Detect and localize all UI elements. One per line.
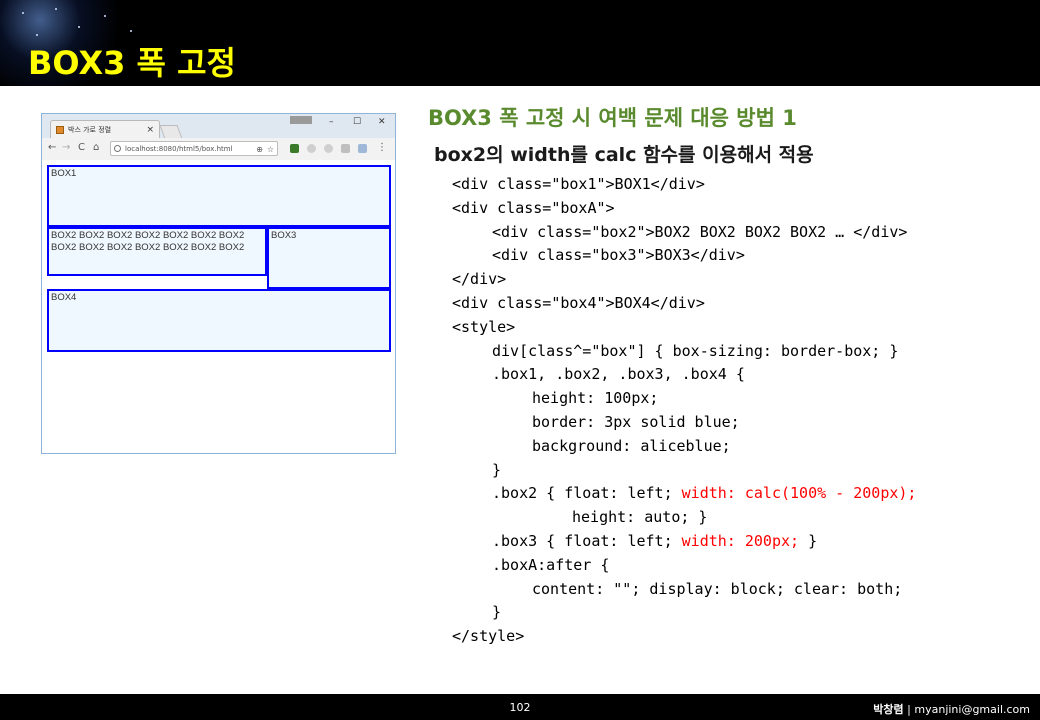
slide-title: BOX3 폭 고정 [28, 44, 236, 82]
code-text: height: auto; } [572, 508, 708, 527]
extension-icon[interactable] [324, 144, 333, 153]
new-tab-button[interactable] [159, 125, 183, 139]
code-line: </style> [452, 625, 916, 649]
code-line: <div class="boxA"> [452, 197, 916, 221]
code-text: .box2 { float: left; [492, 484, 682, 503]
url-text: localhost:8080/html5/box.html [125, 145, 233, 153]
reload-icon[interactable]: C [78, 142, 85, 153]
code-text: } [492, 603, 502, 622]
section-title: BOX3 폭 고정 시 여백 문제 대응 방법 1 [428, 106, 797, 130]
code-block: <div class="box1">BOX1</div> <div class="… [452, 173, 916, 649]
code-highlight: width: calc(100% - 200px); [681, 484, 917, 503]
browser-menu-icon[interactable]: ⋮ [377, 142, 387, 153]
slide-header: BOX3 폭 고정 [0, 0, 1040, 86]
star-dot [104, 15, 106, 17]
extension-icon[interactable] [341, 144, 350, 153]
close-window-icon[interactable]: ✕ [378, 117, 386, 127]
code-line: <div class="box2">BOX2 BOX2 BOX2 BOX2 … … [452, 221, 916, 245]
code-highlight: width: 200px; [681, 531, 800, 550]
code-line: .box1, .box2, .box3, .box4 { [452, 363, 916, 387]
author-credit: 박창렴 | myanjini@gmail.com [873, 701, 1030, 717]
forward-icon[interactable]: → [62, 142, 70, 153]
code-text: <div class="boxA"> [452, 198, 615, 217]
code-text: .boxA:after { [492, 555, 610, 574]
section-heading: box2의 width를 calc 함수를 이용해서 적용 [434, 144, 814, 166]
code-text: height: 100px; [532, 389, 659, 408]
window-badge [290, 116, 312, 124]
code-line: } [452, 601, 916, 625]
code-text: .box1, .box2, .box3, .box4 { [492, 365, 745, 384]
demo-box1: BOX1 [47, 165, 391, 227]
maximize-icon[interactable]: ☐ [353, 117, 361, 127]
browser-window: 박스 가로 정렬 × – ☐ ✕ ← → C ⌂ localhost:8080/… [41, 113, 396, 454]
demo-box4: BOX4 [47, 289, 391, 352]
tab-label: 박스 가로 정렬 [68, 126, 112, 134]
code-line: border: 3px solid blue; [452, 411, 916, 435]
code-text: <div class="box2">BOX2 BOX2 BOX2 BOX2 … … [492, 222, 908, 241]
browser-tab[interactable]: 박스 가로 정렬 × [50, 120, 160, 138]
star-dot [36, 34, 38, 36]
code-line: } [452, 459, 916, 483]
code-line: height: auto; } [452, 506, 916, 530]
extension-icon[interactable] [307, 144, 316, 153]
tab-bar: 박스 가로 정렬 × – ☐ ✕ [42, 114, 395, 139]
star-dot [130, 30, 132, 32]
code-text: .box3 { float: left; [492, 531, 682, 550]
author-email: myanjini@gmail.com [914, 703, 1030, 716]
star-dot [22, 12, 24, 14]
code-line: </div> [452, 268, 916, 292]
code-line: <div class="box4">BOX4</div> [452, 292, 916, 316]
slide-footer: 102 박창렴 | myanjini@gmail.com [0, 694, 1040, 720]
code-line: <div class="box1">BOX1</div> [452, 173, 916, 197]
code-text: <style> [452, 317, 516, 336]
minimize-icon[interactable]: – [329, 117, 334, 127]
code-text: } [492, 460, 502, 479]
back-icon[interactable]: ← [48, 142, 56, 153]
code-text: </div> [452, 270, 507, 289]
code-text: } [799, 531, 818, 550]
extension-icon[interactable] [290, 144, 299, 153]
site-info-icon[interactable] [114, 145, 121, 152]
code-text: <div class="box3">BOX3</div> [492, 246, 745, 265]
author-name: 박창렴 [873, 703, 904, 716]
code-line: <div class="box3">BOX3</div> [452, 244, 916, 268]
star-dot [55, 8, 57, 10]
bookmark-star-icon[interactable]: ☆ [267, 142, 274, 157]
code-line: height: 100px; [452, 387, 916, 411]
author-separator: | [903, 703, 915, 716]
code-line: .box3 { float: left; width: 200px; } [452, 530, 916, 554]
url-input[interactable]: localhost:8080/html5/box.html ⊕ ☆ [110, 141, 278, 156]
code-text: <div class="box1">BOX1</div> [452, 175, 705, 193]
demo-box3: BOX3 [267, 227, 391, 289]
star-dot [78, 26, 80, 28]
extension-icon[interactable] [358, 144, 367, 153]
code-text: div[class^="box"] { box-sizing: border-b… [492, 341, 899, 360]
tab-close-icon[interactable]: × [146, 121, 154, 139]
code-line: .boxA:after { [452, 554, 916, 578]
code-line: div[class^="box"] { box-sizing: border-b… [452, 340, 916, 364]
page-favicon-icon [56, 126, 64, 134]
code-text: </style> [452, 627, 525, 646]
code-line: content: ""; display: block; clear: both… [452, 578, 916, 602]
demo-box2: BOX2 BOX2 BOX2 BOX2 BOX2 BOX2 BOX2 BOX2 … [47, 227, 267, 276]
page-viewport: BOX1 BOX2 BOX2 BOX2 BOX2 BOX2 BOX2 BOX2 … [42, 160, 395, 453]
code-text: border: 3px solid blue; [532, 412, 740, 431]
code-text: <div class="box4">BOX4</div> [452, 293, 705, 312]
code-line: .box2 { float: left; width: calc(100% - … [452, 482, 916, 506]
zoom-icon[interactable]: ⊕ [256, 142, 263, 157]
home-icon[interactable]: ⌂ [93, 142, 99, 153]
code-text: content: ""; display: block; clear: both… [532, 579, 903, 598]
code-line: background: aliceblue; [452, 435, 916, 459]
code-line: <style> [452, 316, 916, 340]
address-toolbar: ← → C ⌂ localhost:8080/html5/box.html ⊕ … [42, 138, 395, 161]
code-text: background: aliceblue; [532, 436, 731, 455]
